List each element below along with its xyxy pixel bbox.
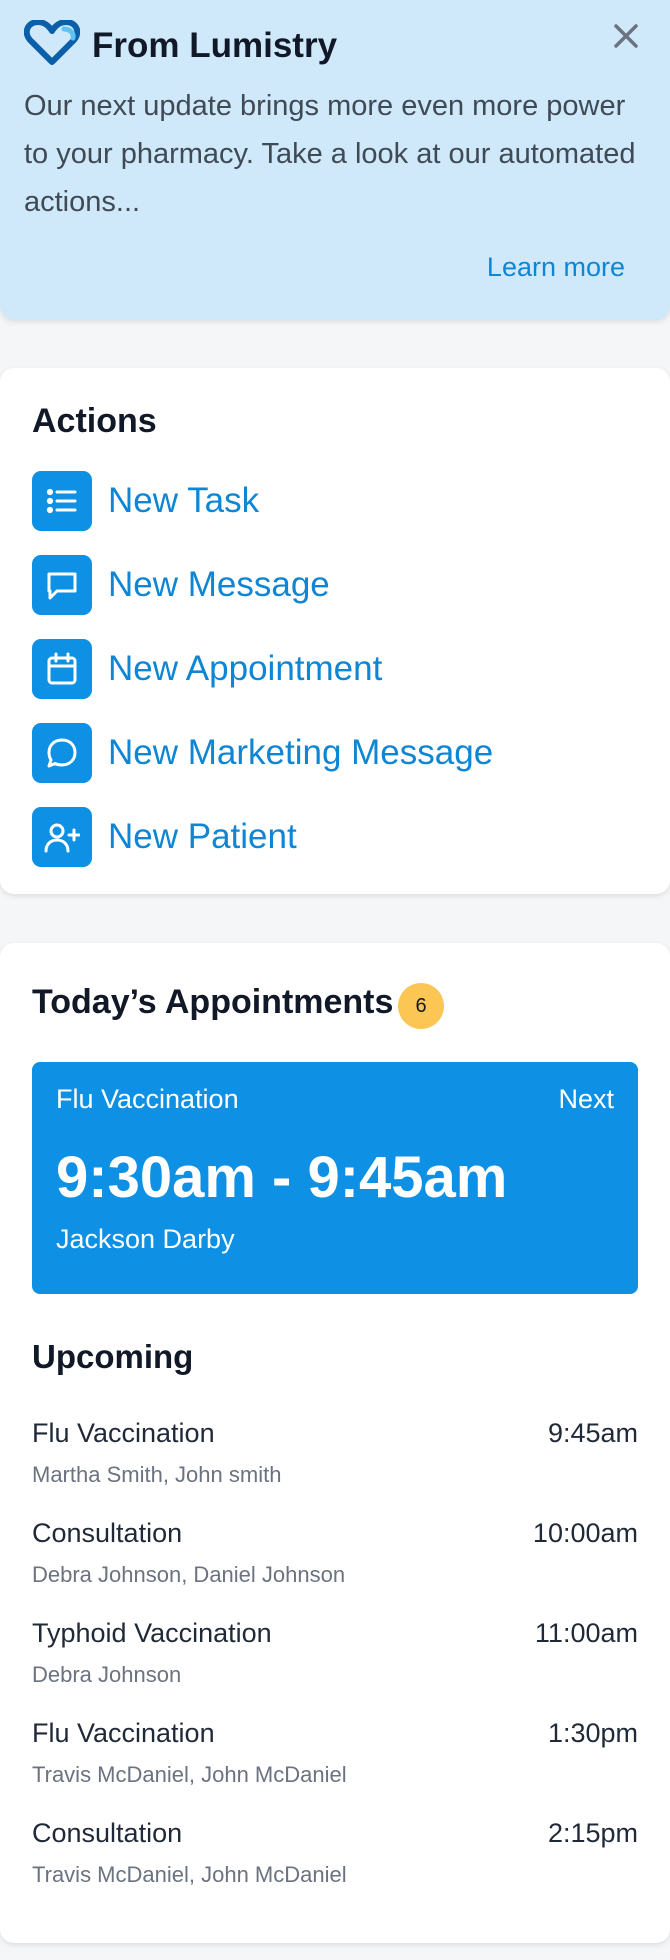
list-item[interactable]: Flu Vaccination 9:45am Martha Smith, Joh… bbox=[32, 1418, 638, 1508]
appointment-time: 10:00am bbox=[532, 1518, 638, 1548]
close-icon bbox=[612, 22, 640, 55]
list-item[interactable]: Typhoid Vaccination 11:00am Debra Johnso… bbox=[32, 1618, 638, 1708]
list-item[interactable]: Consultation 2:15pm Travis McDaniel, Joh… bbox=[32, 1818, 638, 1908]
appointment-time: 11:00am bbox=[534, 1618, 638, 1648]
appointment-time: 1:30pm bbox=[547, 1718, 638, 1748]
next-tag: Next bbox=[558, 1084, 614, 1114]
appointments-card: Today’s Appointments 6 Flu Vaccination N… bbox=[0, 943, 670, 1943]
new-task-label: New Task bbox=[108, 481, 260, 520]
actions-card: Actions New Task New Message New Appoint… bbox=[0, 368, 670, 894]
new-task-button[interactable]: New Task bbox=[32, 471, 632, 531]
calendar-icon bbox=[32, 639, 92, 699]
upcoming-title: Upcoming bbox=[32, 1338, 194, 1375]
announcement-banner: From Lumistry Our next update brings mor… bbox=[0, 0, 670, 320]
banner-title: From Lumistry bbox=[92, 26, 338, 65]
appointment-type: Flu Vaccination bbox=[32, 1718, 215, 1748]
actions-title: Actions bbox=[32, 402, 157, 440]
message-square-icon bbox=[32, 555, 92, 615]
appointment-type: Flu Vaccination bbox=[32, 1418, 215, 1448]
appointment-type: Typhoid Vaccination bbox=[32, 1618, 272, 1648]
new-patient-label: New Patient bbox=[108, 817, 297, 856]
appointment-time: 2:15pm bbox=[547, 1818, 638, 1848]
learn-more-link[interactable]: Learn more bbox=[487, 252, 625, 283]
appointment-time: 9:45am bbox=[547, 1418, 638, 1448]
appointment-patients: Debra Johnson bbox=[32, 1662, 182, 1687]
heart-logo-icon bbox=[23, 19, 81, 66]
next-appointment-patient: Jackson Darby bbox=[56, 1224, 235, 1254]
appointment-patients: Travis McDaniel, John McDaniel bbox=[32, 1762, 347, 1787]
next-appointment-card[interactable]: Flu Vaccination Next 9:30am - 9:45am Jac… bbox=[32, 1062, 638, 1294]
chat-bubble-icon bbox=[32, 723, 92, 783]
appointment-count-badge: 6 bbox=[398, 983, 444, 1029]
new-appointment-button[interactable]: New Appointment bbox=[32, 639, 632, 699]
list-item[interactable]: Flu Vaccination 1:30pm Travis McDaniel, … bbox=[32, 1718, 638, 1808]
next-appointment-type: Flu Vaccination bbox=[56, 1084, 239, 1114]
banner-message: Our next update brings more even more po… bbox=[24, 90, 636, 218]
new-marketing-message-label: New Marketing Message bbox=[108, 733, 494, 772]
appointment-type: Consultation bbox=[32, 1818, 183, 1848]
appointment-patients: Travis McDaniel, John McDaniel bbox=[32, 1862, 347, 1887]
next-appointment-time: 9:30am - 9:45am bbox=[56, 1145, 508, 1210]
appointment-patients: Debra Johnson, Daniel Johnson bbox=[32, 1562, 346, 1587]
list-icon bbox=[32, 471, 92, 531]
close-button[interactable] bbox=[606, 18, 646, 58]
appointment-type: Consultation bbox=[32, 1518, 183, 1548]
new-appointment-label: New Appointment bbox=[108, 649, 383, 688]
add-user-icon bbox=[32, 807, 92, 867]
list-item[interactable]: Consultation 10:00am Debra Johnson, Dani… bbox=[32, 1518, 638, 1608]
new-marketing-message-button[interactable]: New Marketing Message bbox=[32, 723, 632, 783]
appointments-title: Today’s Appointments bbox=[32, 983, 394, 1021]
new-message-button[interactable]: New Message bbox=[32, 555, 632, 615]
new-message-label: New Message bbox=[108, 565, 330, 604]
appointment-patients: Martha Smith, John smith bbox=[32, 1462, 282, 1487]
new-patient-button[interactable]: New Patient bbox=[32, 807, 632, 867]
